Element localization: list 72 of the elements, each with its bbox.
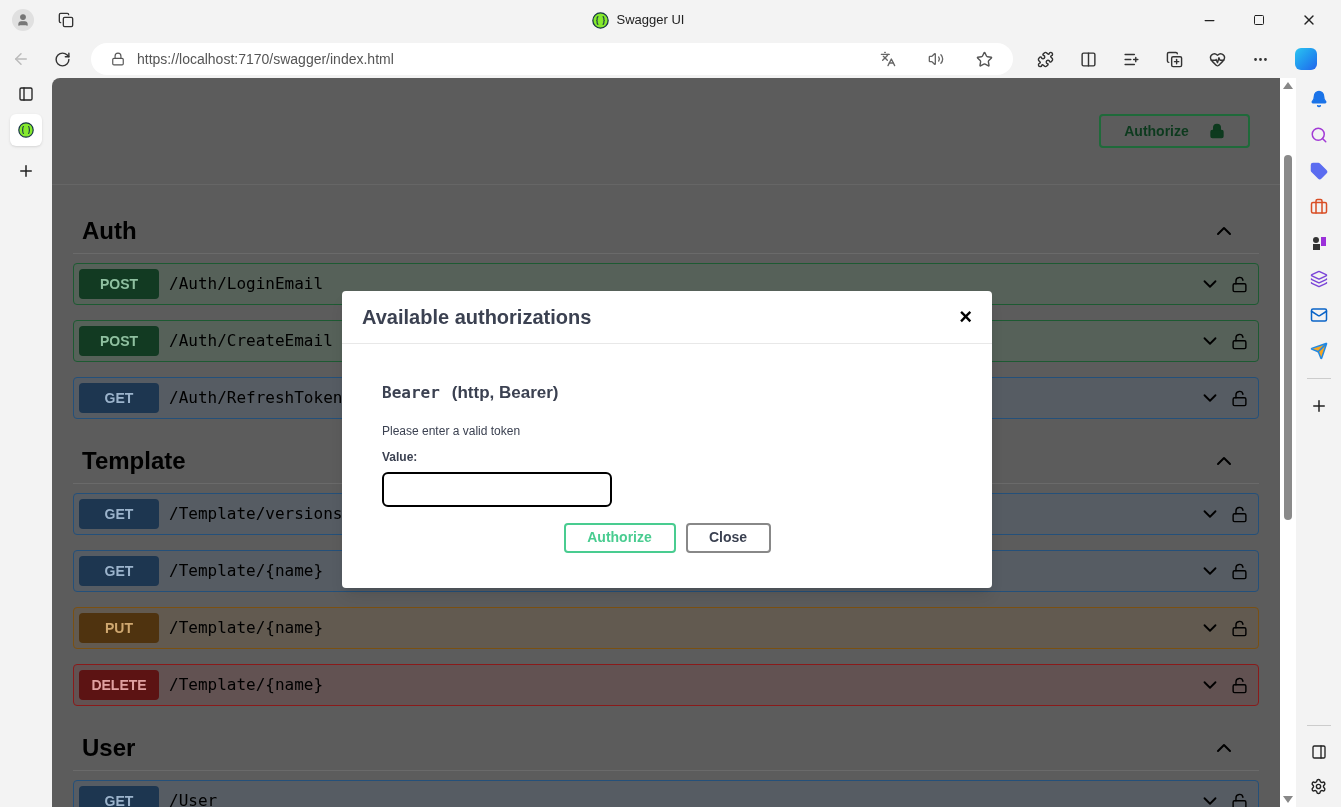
operation-row[interactable]: DELETE /Template/{name} xyxy=(73,664,1259,706)
close-button[interactable]: × xyxy=(959,306,972,328)
endpoint-path: /Template/{name} xyxy=(169,674,324,696)
method-badge: POST xyxy=(79,326,159,356)
lock-icon[interactable] xyxy=(1231,619,1248,637)
scrollbar-thumb[interactable] xyxy=(1284,155,1292,520)
profile-icon[interactable] xyxy=(12,9,34,31)
method-badge: GET xyxy=(79,786,159,807)
sidebar-toggle-icon[interactable] xyxy=(1310,744,1327,760)
lock-icon[interactable] xyxy=(1231,505,1248,523)
swagger-logo-icon xyxy=(18,122,34,138)
layers-icon[interactable] xyxy=(1309,270,1328,288)
bell-icon[interactable] xyxy=(1309,90,1328,108)
operation-row[interactable]: PUT /Template/{name} xyxy=(73,607,1259,649)
method-badge: POST xyxy=(79,269,159,299)
method-badge: DELETE xyxy=(79,670,159,700)
swagger-logo-icon xyxy=(591,11,609,29)
mail-icon[interactable] xyxy=(1309,306,1328,324)
collections-icon[interactable] xyxy=(1166,50,1183,68)
lock-icon[interactable] xyxy=(1231,389,1248,407)
translate-icon[interactable] xyxy=(880,51,896,67)
lock-icon[interactable] xyxy=(1231,562,1248,580)
send-icon[interactable] xyxy=(1309,342,1328,360)
search-icon[interactable] xyxy=(1309,126,1328,144)
split-screen-icon[interactable] xyxy=(1080,50,1097,68)
scheme-name: Bearer xyxy=(382,382,440,404)
briefcase-icon[interactable] xyxy=(1309,198,1328,216)
endpoint-path: /Template/{name} xyxy=(169,560,324,582)
method-badge: GET xyxy=(79,556,159,586)
method-badge: GET xyxy=(79,383,159,413)
tag-icon[interactable] xyxy=(1309,162,1328,180)
endpoint-path: /Template/{name} xyxy=(169,617,324,639)
settings-icon[interactable] xyxy=(1310,778,1327,795)
lock-icon xyxy=(111,52,125,66)
section-title[interactable]: User xyxy=(82,729,136,766)
scroll-up-icon[interactable] xyxy=(1283,82,1293,89)
extensions-icon[interactable] xyxy=(1037,50,1054,68)
copilot-icon[interactable] xyxy=(1295,48,1317,70)
scheme-info: (http, Bearer) xyxy=(451,382,559,404)
vertical-tab[interactable] xyxy=(10,114,42,146)
workspaces-icon[interactable] xyxy=(58,12,74,28)
endpoint-path: /Auth/LoginEmail xyxy=(169,273,324,295)
section-title[interactable]: Auth xyxy=(82,212,137,249)
url-text: https://localhost:7170/swagger/index.html xyxy=(137,49,395,69)
lock-icon xyxy=(1208,123,1225,139)
tab-title: Swagger UI xyxy=(616,11,685,30)
favorite-icon[interactable] xyxy=(976,50,993,68)
endpoint-path: /Auth/CreateEmail xyxy=(169,330,333,352)
address-bar[interactable]: https://localhost:7170/swagger/index.html xyxy=(91,43,1013,75)
endpoint-path: /Auth/RefreshToken xyxy=(169,387,343,409)
scroll-down-icon[interactable] xyxy=(1283,796,1293,803)
section-title[interactable]: Template xyxy=(82,442,186,479)
value-label: Value: xyxy=(382,448,419,466)
lock-icon[interactable] xyxy=(1231,332,1248,350)
tab-actions-icon[interactable] xyxy=(18,86,34,102)
endpoint-path: /User xyxy=(169,790,218,807)
close-button[interactable]: Close xyxy=(685,522,771,553)
method-badge: PUT xyxy=(79,613,159,643)
modal-title: Available authorizations xyxy=(362,305,592,330)
lock-icon[interactable] xyxy=(1231,792,1248,807)
lock-icon[interactable] xyxy=(1231,676,1248,694)
new-tab-icon[interactable] xyxy=(17,162,35,180)
health-icon[interactable] xyxy=(1209,50,1226,68)
maximize-icon[interactable] xyxy=(1253,14,1265,26)
read-aloud-icon[interactable] xyxy=(928,51,944,67)
lock-icon[interactable] xyxy=(1231,275,1248,293)
description-text: Please enter a valid token xyxy=(382,422,522,440)
operation-row[interactable]: GET /User xyxy=(73,780,1259,807)
endpoint-path: /Template/versions xyxy=(169,503,343,525)
value-input[interactable] xyxy=(382,471,612,507)
reload-icon[interactable] xyxy=(54,50,71,68)
method-badge: GET xyxy=(79,499,159,529)
